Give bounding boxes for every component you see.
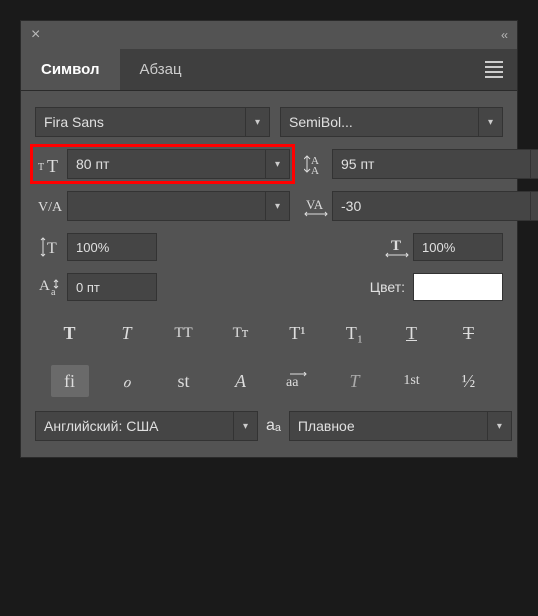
language-dropdown[interactable]: ▾ [35, 411, 258, 441]
leading-input[interactable] [333, 150, 530, 178]
baseline-shift-input[interactable] [68, 280, 156, 295]
tab-character[interactable]: Символ [21, 49, 120, 90]
svg-text:A: A [39, 278, 50, 294]
leading-icon: A A [300, 153, 332, 175]
antialias-input[interactable] [290, 412, 487, 440]
all-caps-button[interactable]: TT [165, 317, 203, 349]
subscript-button[interactable]: T₁ [336, 317, 374, 349]
character-panel: × ‹‹ Символ Абзац ▾ ▾ T [20, 20, 518, 458]
svg-text:T: T [391, 238, 401, 254]
chevron-down-icon[interactable]: ▾ [487, 412, 511, 440]
stylistic-alt-button[interactable]: st [165, 365, 203, 397]
font-family-input[interactable] [36, 108, 245, 136]
panel-menu-icon[interactable] [471, 58, 517, 81]
underline-button[interactable]: T [393, 317, 431, 349]
collapse-icon[interactable]: ‹‹ [501, 28, 507, 42]
small-caps-button[interactable]: Tᴛ [222, 317, 260, 349]
chevron-down-icon[interactable]: ▾ [530, 150, 538, 178]
style-row-2: fi ℴ st A aa T 1st ½ [35, 365, 503, 397]
close-icon[interactable]: × [31, 26, 40, 44]
svg-text:VA: VA [306, 197, 324, 212]
panel-content: ▾ ▾ T T ▾ [21, 91, 517, 457]
horizontal-scale-field[interactable] [413, 233, 503, 261]
vertical-scale-icon: T [35, 236, 67, 258]
kerning-icon: V/A [35, 196, 67, 216]
svg-text:a: a [51, 287, 56, 298]
horizontal-scale-icon: T [381, 236, 413, 258]
antialias-icon: aₐ [266, 417, 281, 435]
titlebar: × ‹‹ [21, 21, 517, 49]
tab-paragraph[interactable]: Абзац [120, 49, 202, 90]
tracking-dropdown[interactable]: ▾ [332, 191, 538, 221]
language-input[interactable] [36, 412, 233, 440]
style-row-1: T T TT Tᴛ T¹ T₁ T T [35, 317, 503, 349]
titling-alt-button[interactable]: A [222, 365, 260, 397]
antialias-dropdown[interactable]: ▾ [289, 411, 512, 441]
svg-text:aa: aa [286, 375, 299, 390]
chevron-down-icon[interactable]: ▾ [478, 108, 502, 136]
chevron-down-icon[interactable]: ▾ [233, 412, 257, 440]
chevron-down-icon[interactable]: ▾ [265, 192, 289, 220]
svg-text:T: T [47, 156, 58, 174]
baseline-shift-icon: A a [35, 276, 67, 298]
strikethrough-button[interactable]: T [450, 317, 488, 349]
color-label: Цвет: [370, 279, 405, 295]
leading-dropdown[interactable]: ▾ [332, 149, 538, 179]
kerning-dropdown[interactable]: ▾ [67, 191, 290, 221]
svg-text:T: T [38, 162, 44, 173]
faux-bold-button[interactable]: T [51, 317, 89, 349]
vertical-scale-input[interactable] [68, 240, 156, 255]
tracking-input[interactable] [333, 192, 530, 220]
contextual-alt-button[interactable]: aa [279, 365, 317, 397]
vertical-text-button[interactable]: T [336, 365, 374, 397]
font-size-dropdown[interactable]: ▾ [67, 149, 290, 179]
faux-italic-button[interactable]: T [108, 317, 146, 349]
color-swatch[interactable] [413, 273, 503, 301]
fractions-button[interactable]: ½ [450, 365, 488, 397]
kerning-input[interactable] [68, 192, 265, 220]
baseline-shift-field[interactable] [67, 273, 157, 301]
tracking-icon: VA [300, 195, 332, 217]
svg-text:V/A: V/A [38, 200, 63, 215]
font-family-dropdown[interactable]: ▾ [35, 107, 270, 137]
superscript-button[interactable]: T¹ [279, 317, 317, 349]
ordinals-button[interactable]: 1st [393, 365, 431, 397]
font-size-icon: T T [35, 154, 67, 174]
chevron-down-icon[interactable]: ▾ [265, 150, 289, 178]
chevron-down-icon[interactable]: ▾ [530, 192, 538, 220]
ligatures-button[interactable]: fi [51, 365, 89, 397]
swash-button[interactable]: ℴ [108, 365, 146, 397]
font-style-input[interactable] [281, 108, 478, 136]
svg-text:A: A [311, 165, 319, 175]
svg-text:T: T [47, 240, 57, 257]
horizontal-scale-input[interactable] [414, 240, 502, 255]
font-style-dropdown[interactable]: ▾ [280, 107, 503, 137]
font-size-input[interactable] [68, 150, 265, 178]
chevron-down-icon[interactable]: ▾ [245, 108, 269, 136]
vertical-scale-field[interactable] [67, 233, 157, 261]
tabs: Символ Абзац [21, 49, 517, 91]
